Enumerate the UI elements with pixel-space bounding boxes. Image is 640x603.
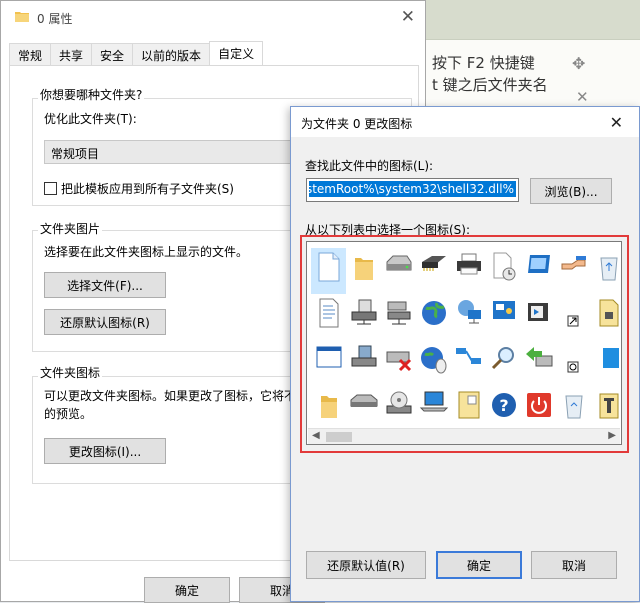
help-icon[interactable]: ?: [486, 386, 521, 432]
text-document-icon[interactable]: [311, 294, 346, 340]
tab-general[interactable]: 常规: [9, 43, 52, 65]
hard-drive-icon[interactable]: [381, 248, 416, 294]
optimize-label: 优化此文件夹(T):: [44, 112, 137, 126]
restore-default-icon-button[interactable]: 还原默认图标(R): [44, 309, 166, 335]
folder-open-icon[interactable]: [311, 386, 346, 432]
tab-previous-versions[interactable]: 以前的版本: [132, 43, 211, 65]
floppy-drive-icon[interactable]: [346, 340, 381, 386]
apply-subfolders-label: 把此模板应用到所有子文件夹(S): [61, 182, 234, 196]
cancel-button[interactable]: 取消: [531, 551, 617, 579]
checkbox-box[interactable]: [44, 182, 57, 195]
folder-pictures-heading: 文件夹图片: [38, 220, 103, 237]
ok-button[interactable]: 确定: [436, 551, 522, 579]
folder-icons-desc-cont: 的预览。: [44, 407, 93, 421]
clock-shortcut-icon[interactable]: [556, 340, 591, 386]
background-banner: [424, 0, 640, 40]
window-icon[interactable]: [311, 340, 346, 386]
move-icon[interactable]: ✥: [572, 54, 585, 73]
network-drive-alt-icon[interactable]: [381, 294, 416, 340]
find-icons-label: 查找此文件中的图标(L):: [305, 159, 434, 173]
svg-text:?: ?: [499, 396, 508, 415]
blank-document-icon[interactable]: [311, 248, 346, 294]
scroll-right-icon[interactable]: ▶: [608, 430, 616, 441]
change-icon-button[interactable]: 更改图标(I)...: [44, 438, 166, 464]
change-icon-dialog: 为文件夹 0 更改图标 ✕ 查找此文件中的图标(L): %SystemRoot%…: [290, 106, 640, 602]
change-icon-title: 为文件夹 0 更改图标: [301, 117, 413, 131]
ok-button[interactable]: 确定: [144, 577, 230, 603]
search-icon[interactable]: [486, 340, 521, 386]
icon-file-path-input[interactable]: %SystemRoot%\system32\shell32.dll: [306, 178, 519, 202]
close-icon[interactable]: ✕: [576, 88, 589, 106]
icon-grid: ?: [311, 248, 621, 432]
network-link-icon[interactable]: [451, 340, 486, 386]
memory-chip-icon[interactable]: [416, 248, 451, 294]
shortcut-arrow-icon[interactable]: [556, 294, 591, 340]
file-lock-icon[interactable]: [591, 294, 621, 340]
folder-icons-heading: 文件夹图标: [38, 364, 103, 381]
icon-file-path-value: %SystemRoot%\system32\shell32.dll: [309, 181, 516, 197]
drive-gray-icon[interactable]: [346, 386, 381, 432]
recycle-bin-empty-icon[interactable]: [556, 386, 591, 432]
icon-list-label: 从以下列表中选择一个图标(S):: [305, 223, 471, 237]
folder-icons-desc: 可以更改文件夹图标。如果更改了图标，它将不: [44, 389, 297, 403]
document-clock-icon[interactable]: [486, 248, 521, 294]
close-icon[interactable]: ✕: [610, 113, 623, 132]
folder-icon[interactable]: [346, 248, 381, 294]
properties-titlebar[interactable]: 0 属性 ✕: [1, 1, 425, 33]
apply-subfolders-checkbox[interactable]: 把此模板应用到所有子文件夹(S): [44, 180, 234, 197]
tab-sharing[interactable]: 共享: [50, 43, 93, 65]
globe-mouse-icon[interactable]: [416, 340, 451, 386]
restore-defaults-button[interactable]: 还原默认值(R): [306, 551, 426, 579]
grid-document-icon[interactable]: [451, 386, 486, 432]
printer-icon[interactable]: [451, 248, 486, 294]
choose-file-button[interactable]: 选择文件(F)...: [44, 272, 166, 298]
folder-icon: [15, 12, 29, 22]
browse-button[interactable]: 浏览(B)...: [530, 178, 612, 204]
recycle-bin-full-icon[interactable]: [591, 248, 621, 294]
background-tip-line: 按下 F2 快捷键: [432, 54, 535, 72]
power-icon[interactable]: [521, 386, 556, 432]
network-drive-icon[interactable]: [346, 294, 381, 340]
icon-list-scrollbar[interactable]: ◀ ▶: [308, 428, 620, 444]
laptop-icon[interactable]: [416, 386, 451, 432]
tab-security[interactable]: 安全: [91, 43, 134, 65]
monitor-window-icon[interactable]: [521, 248, 556, 294]
cd-drive-icon[interactable]: [381, 386, 416, 432]
background-tip-line: t 键之后文件夹名: [432, 76, 548, 94]
scrollbar-thumb[interactable]: [326, 432, 352, 442]
properties-tabs: 常规 共享 安全 以前的版本 自定义: [9, 41, 264, 65]
icon-list[interactable]: ? ◀ ▶: [306, 241, 622, 445]
hand-share-icon[interactable]: [556, 248, 591, 294]
properties-title: 0 属性: [37, 12, 73, 26]
close-icon[interactable]: ✕: [401, 7, 415, 27]
blue-panel-icon[interactable]: [591, 340, 621, 386]
scroll-left-icon[interactable]: ◀: [312, 430, 320, 441]
globe-icon[interactable]: [416, 294, 451, 340]
font-tool-icon[interactable]: [591, 386, 621, 432]
network-computer-icon[interactable]: [451, 294, 486, 340]
folder-pictures-desc: 选择要在此文件夹图标上显示的文件。: [44, 245, 249, 259]
change-icon-titlebar[interactable]: 为文件夹 0 更改图标 ✕: [291, 107, 639, 137]
control-panel-icon[interactable]: [486, 294, 521, 340]
folder-type-heading: 你想要哪种文件夹?: [38, 86, 145, 103]
go-back-arrow-icon[interactable]: [521, 340, 556, 386]
optimize-dropdown[interactable]: 常规项目: [44, 140, 294, 164]
media-player-icon[interactable]: [521, 294, 556, 340]
tab-customize[interactable]: 自定义: [209, 41, 264, 65]
disconnected-drive-icon[interactable]: [381, 340, 416, 386]
